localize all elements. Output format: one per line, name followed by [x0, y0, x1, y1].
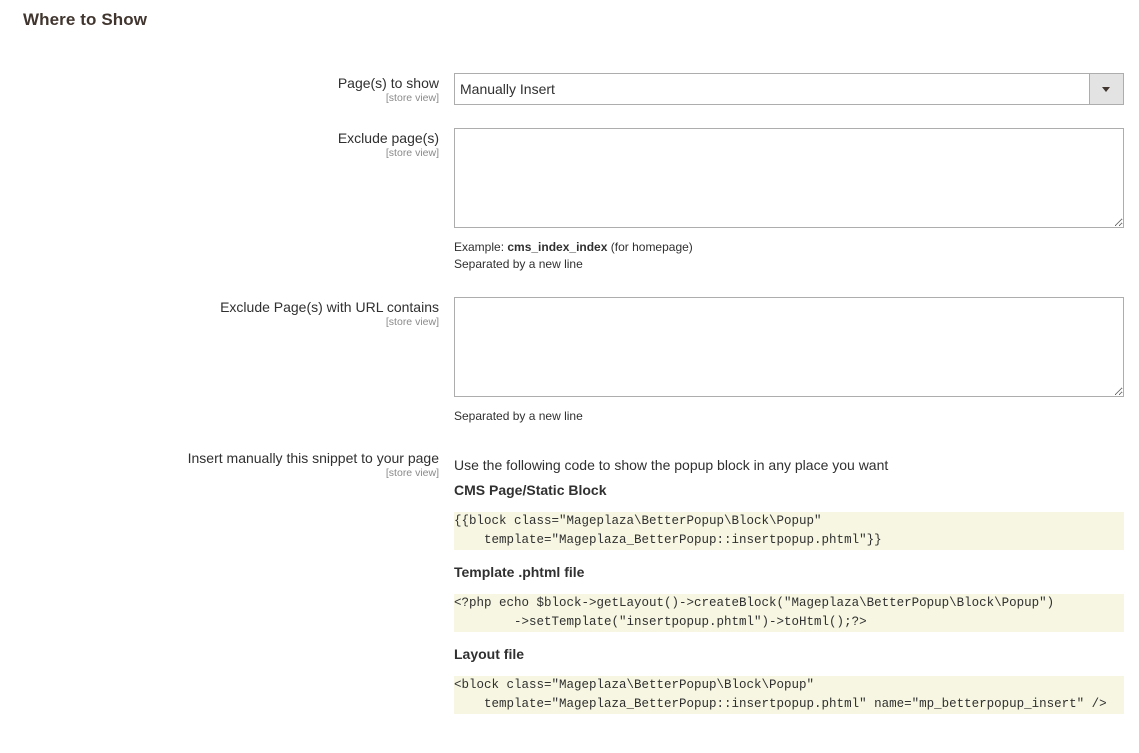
snippet-label: Insert manually this snippet to your pag… — [187, 450, 439, 466]
pages-to-show-value: Manually Insert — [460, 81, 555, 97]
exclude-pages-note: Example: cms_index_index (for homepage) … — [454, 239, 1124, 273]
snippet-code-layout[interactable]: <block class="Mageplaza\BetterPopup\Bloc… — [454, 676, 1124, 714]
snippet-title-cms: CMS Page/Static Block — [454, 482, 607, 498]
scope-label: [store view] — [385, 316, 439, 328]
scope-label: [store view] — [385, 147, 439, 159]
scope-label: [store view] — [385, 92, 439, 104]
exclude-url-label: Exclude Page(s) with URL contains — [220, 299, 439, 315]
scope-label: [store view] — [385, 467, 439, 479]
note-line2: Separated by a new line — [454, 257, 583, 271]
exclude-pages-textarea[interactable] — [454, 128, 1124, 228]
snippet-code-template[interactable]: <?php echo $block->getLayout()->createBl… — [454, 594, 1124, 632]
exclude-pages-label: Exclude page(s) — [337, 130, 439, 146]
pages-to-show-label: Page(s) to show — [337, 75, 439, 91]
snippet-title-template: Template .phtml file — [454, 564, 585, 580]
snippet-title-layout: Layout file — [454, 646, 525, 662]
snippet-code-cms[interactable]: {{block class="Mageplaza\BetterPopup\Blo… — [454, 512, 1124, 550]
chevron-down-icon[interactable] — [1089, 74, 1123, 104]
pages-to-show-select[interactable]: Manually Insert — [454, 73, 1124, 105]
note-prefix: Example: — [454, 240, 508, 254]
exclude-url-textarea[interactable] — [454, 297, 1124, 397]
snippet-intro: Use the following code to show the popup… — [454, 457, 889, 473]
note-suffix: (for homepage) — [607, 240, 693, 254]
exclude-url-note: Separated by a new line — [454, 409, 583, 423]
note-example-code: cms_index_index — [507, 240, 608, 254]
section-title: Where to Show — [23, 10, 148, 29]
